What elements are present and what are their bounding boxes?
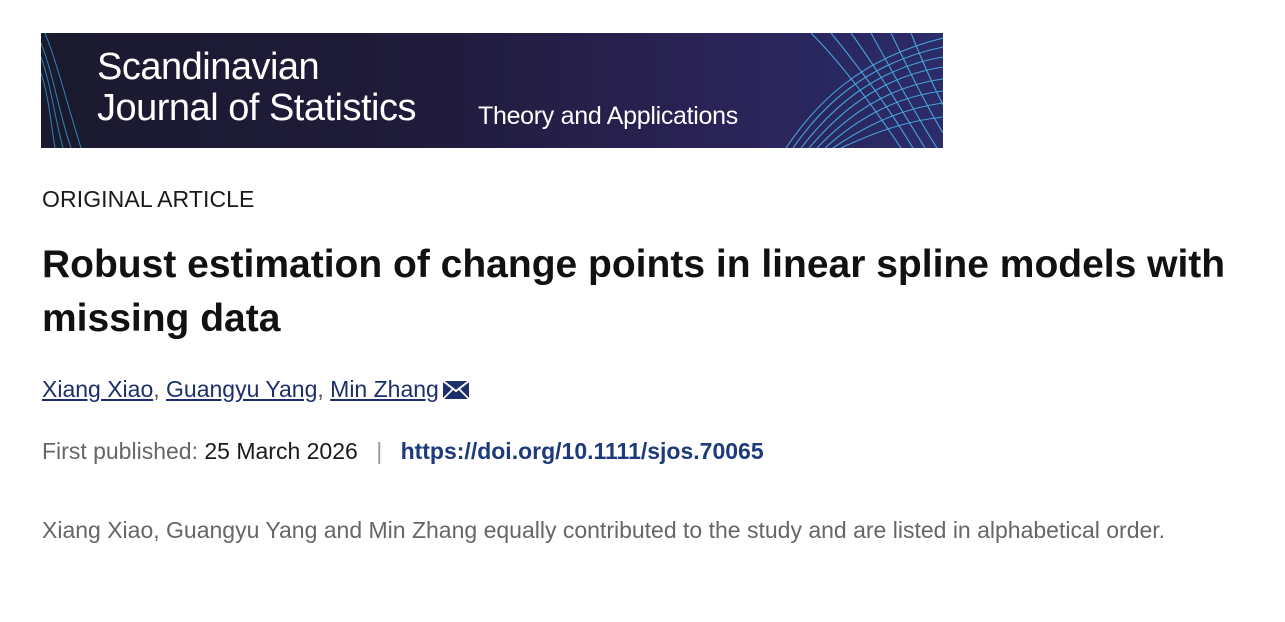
- publication-info: First published: 25 March 2026 | https:/…: [42, 438, 764, 465]
- author-list: Xiang Xiao, Guangyu Yang, Min Zhang: [42, 376, 470, 406]
- published-label: First published:: [42, 438, 198, 464]
- journal-tagline: Theory and Applications: [478, 102, 738, 130]
- envelope-icon[interactable]: [442, 379, 470, 406]
- journal-name: Scandinavian Journal of Statistics: [97, 47, 416, 129]
- author-link-1[interactable]: Xiang Xiao: [42, 376, 153, 402]
- author-link-2[interactable]: Guangyu Yang: [166, 376, 317, 402]
- article-type-label: ORIGINAL ARTICLE: [42, 186, 255, 212]
- author-separator: ,: [317, 376, 324, 402]
- journal-banner[interactable]: Scandinavian Journal of Statistics Theor…: [41, 33, 943, 148]
- article-title: Robust estimation of change points in li…: [42, 243, 1226, 340]
- author-link-3[interactable]: Min Zhang: [330, 376, 439, 402]
- divider: |: [376, 438, 383, 464]
- published-date: 25 March 2026: [204, 438, 358, 464]
- doi-link[interactable]: https://doi.org/10.1111/sjos.70065: [401, 438, 764, 464]
- contribution-note: Xiang Xiao, Guangyu Yang and Min Zhang e…: [42, 517, 1166, 543]
- author-separator: ,: [153, 376, 160, 402]
- journal-name-line2: Journal of Statistics: [97, 87, 416, 129]
- journal-name-line1: Scandinavian: [97, 46, 320, 88]
